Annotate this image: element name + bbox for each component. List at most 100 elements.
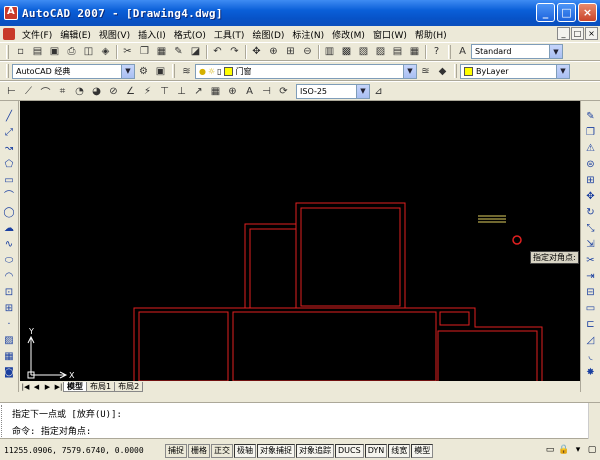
break-icon[interactable]: ▭	[584, 301, 598, 317]
autocad-logo-icon[interactable]	[4, 6, 18, 20]
revision-cloud-icon[interactable]: ☁	[2, 221, 16, 237]
minimize-button[interactable]: _	[536, 3, 555, 22]
command-prompt-line[interactable]: 命令: 指定对角点:	[12, 424, 91, 437]
save-icon[interactable]: ▣	[47, 44, 62, 59]
tab-layout1[interactable]: 布局1	[86, 381, 116, 392]
toolbar-grip[interactable]	[172, 64, 175, 78]
radius-icon[interactable]: ◔	[72, 84, 87, 99]
menu-tools[interactable]: 工具(T)	[210, 28, 249, 41]
tab-model[interactable]: 模型	[63, 381, 87, 392]
chevron-down-icon[interactable]: ▼	[403, 64, 416, 78]
quick-leader-icon[interactable]: ↗	[191, 84, 206, 99]
ordinate-icon[interactable]: ⌗	[55, 84, 70, 99]
explode-icon[interactable]: ✸	[584, 365, 598, 381]
workspace-select[interactable]: AutoCAD 经典 ▼	[12, 63, 135, 79]
coordinate-readout[interactable]: 11255.0906, 7579.6740, 0.0000	[0, 446, 165, 455]
region-icon[interactable]: ◙	[2, 365, 16, 381]
hatch-icon[interactable]: ▨	[2, 333, 16, 349]
grid-toggle[interactable]: 栅格	[188, 443, 210, 458]
arc-length-icon[interactable]: ⌒	[38, 84, 53, 99]
osnap-toggle[interactable]: 对象捕捉	[257, 443, 295, 458]
copy-icon[interactable]: ❐	[137, 44, 152, 59]
move-icon[interactable]: ✥	[584, 189, 598, 205]
snap-toggle[interactable]: 捕捉	[165, 443, 187, 458]
doc-minimize-button[interactable]: _	[557, 27, 570, 40]
toolbar-grip[interactable]	[6, 64, 9, 78]
toolbar-grip[interactable]	[454, 64, 457, 78]
quick-dimension-icon[interactable]: ⚡	[140, 84, 155, 99]
menu-window[interactable]: 窗口(W)	[369, 28, 411, 41]
copy-object-icon[interactable]: ❐	[584, 125, 598, 141]
break-at-point-icon[interactable]: ⊟	[584, 285, 598, 301]
menu-insert[interactable]: 插入(I)	[134, 28, 170, 41]
color-select[interactable]: ByLayer ▼	[460, 63, 570, 79]
doc-restore-button[interactable]: □	[571, 27, 584, 40]
ellipse-icon[interactable]: ⬭	[2, 253, 16, 269]
menu-draw[interactable]: 绘图(D)	[248, 28, 288, 41]
array-icon[interactable]: ⊞	[584, 173, 598, 189]
menu-file[interactable]: 文件(F)	[18, 28, 56, 41]
workspace-toggle-icon[interactable]: ▣	[153, 64, 168, 79]
document-icon[interactable]	[3, 28, 15, 40]
design-center-icon[interactable]: ▩	[339, 44, 354, 59]
menu-modify[interactable]: 修改(M)	[328, 28, 369, 41]
angular-icon[interactable]: ∠	[123, 84, 138, 99]
dimension-style-icon[interactable]: ⊿	[371, 84, 386, 99]
dyn-toggle[interactable]: DYN	[364, 443, 388, 458]
next-tab-arrow-icon[interactable]: ▶	[42, 382, 53, 392]
lock-icon[interactable]: 🔒	[558, 443, 570, 457]
dimension-text-edit-icon[interactable]: ⊣	[259, 84, 274, 99]
rectangle-icon[interactable]: ▭	[2, 173, 16, 189]
tab-layout2[interactable]: 布局2	[114, 381, 144, 392]
first-tab-arrow-icon[interactable]: |◀	[20, 382, 31, 392]
fillet-icon[interactable]: ◟	[584, 349, 598, 365]
tool-palettes-icon[interactable]: ▧	[356, 44, 371, 59]
zoom-previous-icon[interactable]: ⊖	[300, 44, 315, 59]
drawing-area[interactable]: Y X 指定对角点:	[20, 101, 580, 381]
help-icon[interactable]: ?	[429, 44, 444, 59]
dimension-update-icon[interactable]: ⟳	[276, 84, 291, 99]
chamfer-icon[interactable]: ◿	[584, 333, 598, 349]
chevron-down-icon[interactable]: ▼	[121, 64, 134, 78]
menu-dimension[interactable]: 标注(N)	[288, 28, 328, 41]
make-current-layer-icon[interactable]: ≊	[418, 64, 433, 79]
menu-format[interactable]: 格式(O)	[170, 28, 210, 41]
text-style-select[interactable]: Standard ▼	[471, 44, 563, 59]
rotate-icon[interactable]: ↻	[584, 205, 598, 221]
plot-preview-icon[interactable]: ◫	[81, 44, 96, 59]
scale-icon[interactable]: ⤡	[584, 221, 598, 237]
layer-properties-icon[interactable]: ≋	[179, 64, 194, 79]
insert-block-icon[interactable]: ⊡	[2, 285, 16, 301]
command-scrollbar[interactable]	[588, 403, 600, 439]
toolbar-grip[interactable]	[6, 44, 9, 59]
match-properties-icon[interactable]: ✎	[171, 44, 186, 59]
offset-icon[interactable]: ⊜	[584, 157, 598, 173]
paste-icon[interactable]: ▦	[154, 44, 169, 59]
chevron-down-icon[interactable]: ▼	[356, 84, 369, 98]
layer-previous-icon[interactable]: ◆	[435, 64, 450, 79]
spline-icon[interactable]: ∿	[2, 237, 16, 253]
erase-icon[interactable]: ✎	[584, 109, 598, 125]
linear-dimension-icon[interactable]: ⊢	[4, 84, 19, 99]
comm-center-icon[interactable]: ▭	[544, 443, 556, 457]
trim-icon[interactable]: ✂	[584, 253, 598, 269]
markup-icon[interactable]: ▤	[390, 44, 405, 59]
open-icon[interactable]: ▤	[30, 44, 45, 59]
sheet-set-icon[interactable]: ▨	[373, 44, 388, 59]
extend-icon[interactable]: ⇥	[584, 269, 598, 285]
zoom-realtime-icon[interactable]: ⊕	[266, 44, 281, 59]
publish-icon[interactable]: ◈	[98, 44, 113, 59]
menu-help[interactable]: 帮助(H)	[411, 28, 451, 41]
redo-icon[interactable]: ↷	[227, 44, 242, 59]
clean-screen-icon[interactable]: ▢	[586, 443, 598, 457]
polar-toggle[interactable]: 极轴	[234, 443, 256, 458]
aligned-dimension-icon[interactable]: ⟋	[21, 84, 36, 99]
zoom-window-icon[interactable]: ⊞	[283, 44, 298, 59]
tray-menu-icon[interactable]: ▾	[572, 443, 584, 457]
center-mark-icon[interactable]: ⊕	[225, 84, 240, 99]
line-icon[interactable]: ╱	[2, 109, 16, 125]
dimension-edit-icon[interactable]: A	[242, 84, 257, 99]
join-icon[interactable]: ⊏	[584, 317, 598, 333]
jogged-icon[interactable]: ◕	[89, 84, 104, 99]
point-icon[interactable]: ·	[2, 317, 16, 333]
